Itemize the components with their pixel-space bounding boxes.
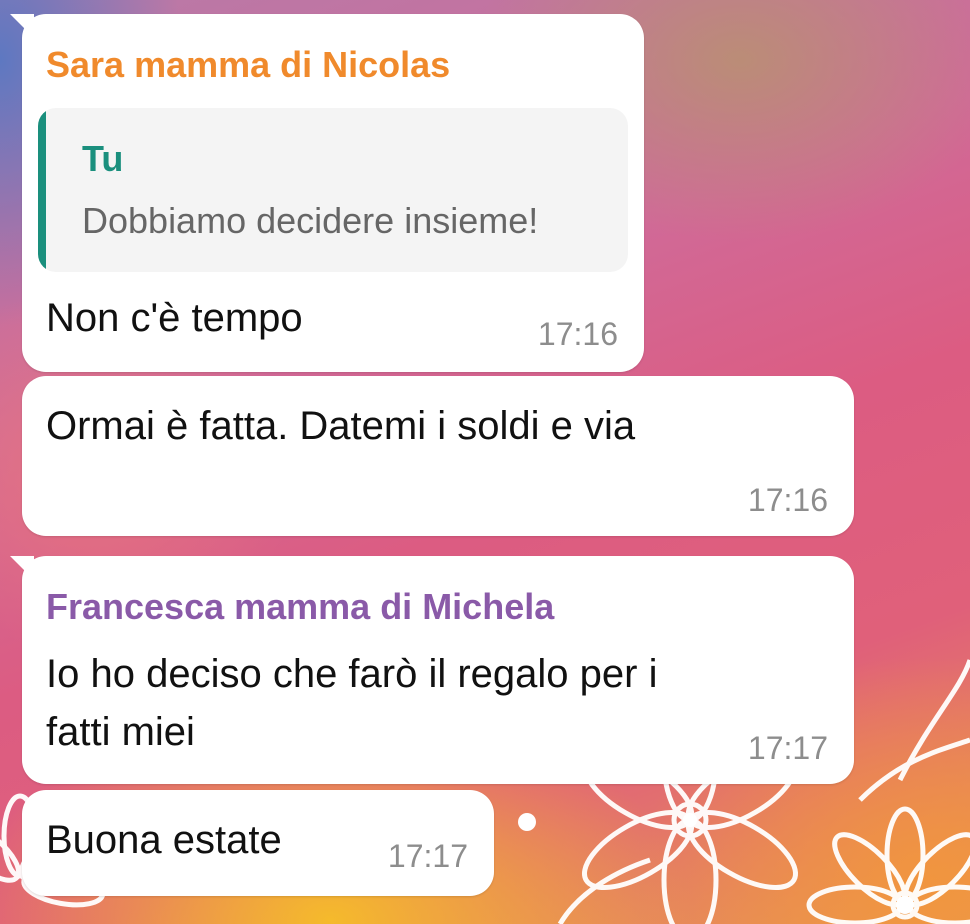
sender-name[interactable]: Francesca mamma di Michela (46, 586, 554, 628)
message-time: 17:16 (747, 482, 828, 518)
reply-quote[interactable]: Tu Dobbiamo decidere insieme! (38, 108, 628, 272)
reply-quote-sender: Tu (82, 138, 124, 179)
message-text-line-2: fatti miei (46, 710, 195, 754)
message-text: Ormai è fatta. Datemi i soldi e via (46, 404, 636, 448)
message-text: Buona estate (46, 818, 282, 862)
message-time: 17:17 (747, 730, 828, 766)
message-time: 17:16 (537, 316, 618, 352)
message-bubble-sara[interactable]: Sara mamma di Nicolas Tu Dobbiamo decide… (10, 14, 644, 372)
bubble-tail (10, 556, 34, 580)
reply-quote-bar (38, 108, 46, 272)
reply-quote-text: Dobbiamo decidere insieme! (82, 200, 539, 241)
message-bubble-francesca[interactable]: Francesca mamma di Michela Io ho deciso … (10, 556, 854, 784)
message-text: Non c'è tempo (46, 296, 303, 340)
sender-name[interactable]: Sara mamma di Nicolas (46, 44, 450, 86)
message-time: 17:17 (387, 838, 468, 874)
message-bubble-sara-2[interactable]: Ormai è fatta. Datemi i soldi e via 17:1… (22, 376, 854, 536)
bubble-tail (10, 14, 34, 38)
message-text-line-1: Io ho deciso che farò il regalo per i (46, 652, 658, 696)
message-bubble-francesca-2[interactable]: Buona estate 17:17 (22, 790, 494, 896)
